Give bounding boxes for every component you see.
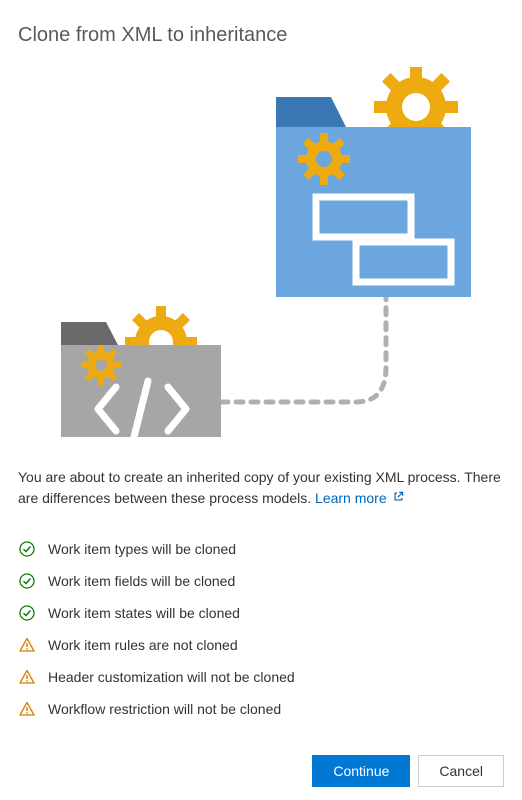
cancel-button[interactable]: Cancel bbox=[418, 755, 504, 787]
checklist-text: Work item types will be cloned bbox=[48, 541, 236, 557]
illustration-svg bbox=[46, 67, 476, 437]
checklist-item: Work item states will be cloned bbox=[18, 597, 504, 629]
checklist-text: Header customization will not be cloned bbox=[48, 669, 295, 685]
success-icon bbox=[18, 540, 36, 558]
checklist-item: Work item fields will be cloned bbox=[18, 565, 504, 597]
clone-checklist: Work item types will be cloned Work item… bbox=[18, 533, 504, 725]
warning-icon bbox=[18, 700, 36, 718]
checklist-text: Work item fields will be cloned bbox=[48, 573, 235, 589]
checklist-text: Work item rules are not cloned bbox=[48, 637, 238, 653]
continue-button[interactable]: Continue bbox=[312, 755, 410, 787]
checklist-item: Work item types will be cloned bbox=[18, 533, 504, 565]
checklist-item: Workflow restriction will not be cloned bbox=[18, 693, 504, 725]
description-text: You are about to create an inherited cop… bbox=[18, 467, 504, 509]
dialog-title: Clone from XML to inheritance bbox=[18, 24, 504, 47]
clone-illustration bbox=[18, 67, 504, 437]
success-icon bbox=[18, 572, 36, 590]
dialog-footer: Continue Cancel bbox=[18, 755, 504, 787]
checklist-item: Work item rules are not cloned bbox=[18, 629, 504, 661]
checklist-text: Work item states will be cloned bbox=[48, 605, 240, 621]
success-icon bbox=[18, 604, 36, 622]
external-link-icon bbox=[393, 491, 404, 508]
warning-icon bbox=[18, 668, 36, 686]
learn-more-link[interactable]: Learn more bbox=[315, 490, 387, 506]
checklist-text: Workflow restriction will not be cloned bbox=[48, 701, 281, 717]
checklist-item: Header customization will not be cloned bbox=[18, 661, 504, 693]
warning-icon bbox=[18, 636, 36, 654]
description-body: You are about to create an inherited cop… bbox=[18, 469, 501, 506]
